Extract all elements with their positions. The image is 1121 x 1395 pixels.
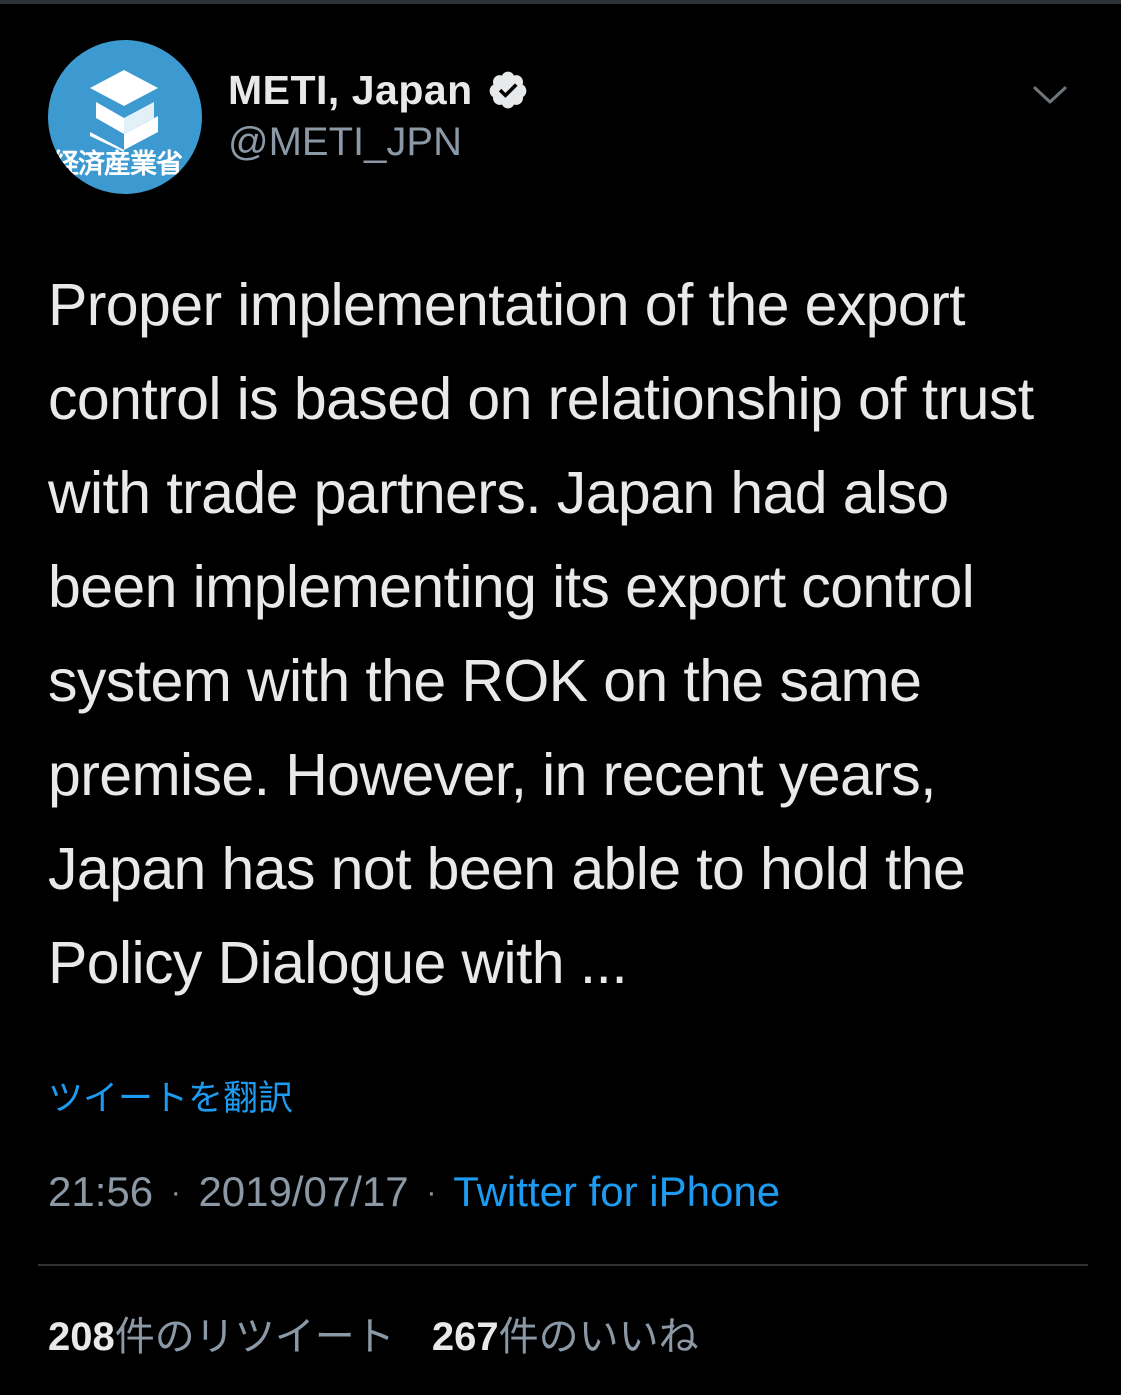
meta-separator: · <box>170 1176 181 1209</box>
tweet-metadata: 21:56 · 2019/07/17 · Twitter for iPhone <box>48 1168 780 1216</box>
tweet-text: Proper implementation of the export cont… <box>48 272 1034 996</box>
top-divider <box>0 0 1121 4</box>
like-count[interactable]: 267件のいいね <box>432 1315 699 1359</box>
translate-tweet-link[interactable]: ツイートを翻訳 <box>48 1070 293 1121</box>
verified-badge-icon <box>489 71 527 109</box>
engagement-stats: 208件のリツイート 267件のいいね <box>48 1304 725 1362</box>
meta-separator: · <box>426 1176 437 1209</box>
user-handle[interactable]: @METI_JPN <box>228 120 462 165</box>
tweet-source-link[interactable]: Twitter for iPhone <box>453 1168 780 1215</box>
like-label: 件のいいね <box>498 1315 699 1359</box>
tweet-header: 経済産業省 METI, Japan @METI_JPN <box>48 40 1088 200</box>
avatar[interactable]: 経済産業省 <box>48 40 202 194</box>
like-number: 267 <box>431 1315 499 1359</box>
retweet-label: 件のリツイート <box>114 1315 395 1359</box>
chevron-down-icon[interactable] <box>1032 84 1068 106</box>
retweet-count[interactable]: 208件のリツイート <box>48 1315 395 1359</box>
name-row: METI, Japan <box>228 66 529 114</box>
tweet-date: 2019/07/17 <box>198 1168 409 1215</box>
avatar-caption: 経済産業省 <box>52 149 183 180</box>
retweet-number: 208 <box>48 1315 115 1359</box>
stats-divider <box>38 1264 1088 1266</box>
display-name[interactable]: METI, Japan <box>228 67 473 114</box>
tweet-time: 21:56 <box>48 1168 154 1215</box>
